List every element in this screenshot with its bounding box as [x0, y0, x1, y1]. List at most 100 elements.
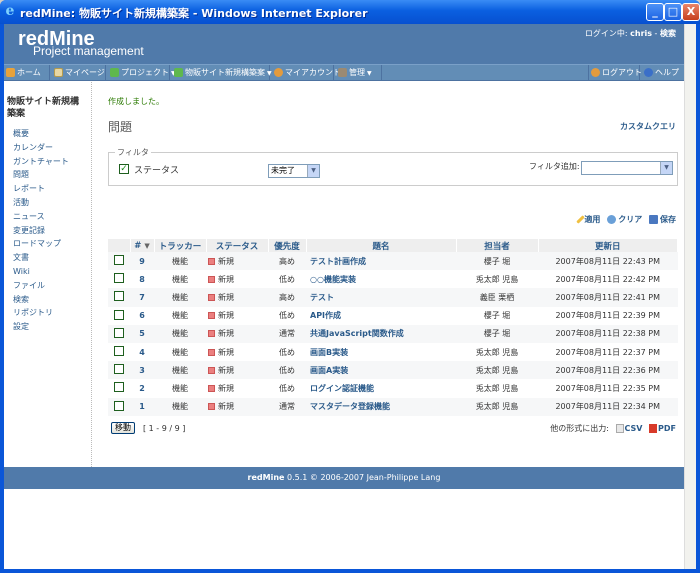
- status-new-icon: [208, 293, 215, 301]
- issue-updated: 2007年08月11日 22:42 PM: [538, 270, 678, 289]
- issue-id-link[interactable]: 6: [130, 306, 154, 325]
- issue-updated: 2007年08月11日 22:41 PM: [538, 288, 678, 307]
- menu-logout[interactable]: ログアウト: [588, 65, 642, 81]
- sidebar-item-issues[interactable]: 問題: [13, 168, 69, 182]
- issue-subject-link[interactable]: API作成: [306, 306, 456, 325]
- menu-current-project[interactable]: 物販サイト新規構築案 ▼: [172, 65, 272, 81]
- menu-home-label: ホーム: [17, 68, 41, 77]
- clear-link[interactable]: クリア: [618, 215, 642, 224]
- row-checkbox[interactable]: [108, 397, 130, 416]
- menu-projects-label: プロジェクト: [121, 68, 169, 77]
- chevron-down-icon: ▼: [660, 162, 672, 174]
- issue-id-link[interactable]: 3: [130, 361, 154, 380]
- issue-subject-link[interactable]: ○○機能実装: [306, 270, 456, 289]
- issue-id-link[interactable]: 9: [130, 252, 154, 271]
- sidebar-item-settings[interactable]: 設定: [13, 320, 69, 334]
- sidebar-item-gantt[interactable]: ガントチャート: [13, 155, 69, 169]
- footer-version: 0.5.1 © 2006-2007 Jean-Philippe Lang: [287, 473, 441, 482]
- header-subject[interactable]: 題名: [306, 239, 457, 252]
- issue-id-link[interactable]: 2: [130, 379, 154, 398]
- export-pdf-link[interactable]: PDF: [658, 424, 676, 433]
- header-priority[interactable]: 優先度: [268, 239, 307, 252]
- issue-subject-link[interactable]: 画面A実装: [306, 361, 456, 380]
- issue-subject-link[interactable]: ログイン認証機能: [306, 379, 456, 398]
- minimize-button[interactable]: _: [646, 3, 664, 21]
- menu-mypage[interactable]: マイページ: [52, 65, 106, 81]
- export-csv-link[interactable]: CSV: [625, 424, 643, 433]
- issue-subject-link[interactable]: マスタデータ登録機能: [306, 397, 456, 416]
- issue-subject-link[interactable]: テスト: [306, 288, 456, 307]
- row-checkbox[interactable]: [108, 324, 130, 343]
- status-operator-value: 未完了: [271, 166, 295, 175]
- menu-projects[interactable]: プロジェクト▼: [108, 65, 176, 81]
- issue-priority: 通常: [268, 324, 306, 343]
- issue-subject-link[interactable]: 共通JavaScript関数作成: [306, 324, 456, 343]
- sidebar-item-activity[interactable]: 活動: [13, 196, 69, 210]
- header-search-link[interactable]: 検索: [660, 29, 676, 38]
- sidebar-item-changelog[interactable]: 変更記録: [13, 224, 69, 238]
- issue-id-link[interactable]: 7: [130, 288, 154, 307]
- browser-window: e redMine: 物販サイト新規構築案 - Windows Internet…: [0, 0, 700, 573]
- header-id[interactable]: # ▼: [130, 239, 155, 252]
- current-user-link[interactable]: chris: [630, 29, 652, 38]
- sidebar-item-roadmap[interactable]: ロードマップ: [13, 237, 69, 251]
- row-checkbox[interactable]: [108, 361, 130, 380]
- issue-subject-link[interactable]: 画面B実装: [306, 342, 456, 362]
- issue-tracker: 機能: [154, 288, 206, 307]
- table-row: 3 機能 新規 低め 画面A実装 兎太郎 児島 2007年08月11日 22:3…: [108, 361, 678, 380]
- issue-tracker: 機能: [154, 397, 206, 416]
- header-assignee[interactable]: 担当者: [456, 239, 539, 252]
- window-frame-bottom: [0, 569, 700, 573]
- issue-id-link[interactable]: 5: [130, 324, 154, 343]
- issue-subject-link[interactable]: テスト計画作成: [306, 252, 456, 271]
- footer-brand-link[interactable]: redMine: [248, 473, 285, 482]
- menu-home[interactable]: ホーム: [4, 65, 50, 81]
- close-button[interactable]: X: [682, 3, 700, 21]
- save-link[interactable]: 保存: [660, 215, 676, 224]
- add-filter-select[interactable]: ▼: [581, 161, 673, 175]
- issue-priority: 低め: [268, 379, 306, 398]
- sidebar-item-calendar[interactable]: カレンダー: [13, 141, 69, 155]
- row-checkbox[interactable]: [108, 342, 130, 362]
- sidebar-item-overview[interactable]: 概要: [13, 127, 69, 141]
- sidebar-item-reports[interactable]: レポート: [13, 182, 69, 196]
- menu-help[interactable]: ヘルプ: [642, 65, 684, 81]
- row-checkbox[interactable]: [108, 252, 130, 271]
- status-operator-select[interactable]: 未完了 ▼: [268, 164, 320, 178]
- query-actions: 適用 クリア 保存: [575, 214, 676, 225]
- sidebar-item-search[interactable]: 検索: [13, 293, 69, 307]
- issue-updated: 2007年08月11日 22:34 PM: [538, 397, 678, 416]
- custom-query-link[interactable]: カスタムクエリ: [620, 121, 676, 132]
- sidebar-item-files[interactable]: ファイル: [13, 279, 69, 293]
- status-new-icon: [208, 330, 215, 338]
- row-checkbox[interactable]: [108, 306, 130, 325]
- header-status[interactable]: ステータス: [206, 239, 269, 252]
- issue-status: 新規: [206, 306, 268, 325]
- issue-id-link[interactable]: 8: [130, 270, 154, 289]
- row-checkbox[interactable]: [108, 270, 130, 289]
- status-filter-checkbox[interactable]: ✓: [119, 164, 129, 174]
- row-checkbox[interactable]: [108, 379, 130, 398]
- help-icon: [644, 68, 653, 77]
- row-checkbox[interactable]: [108, 288, 130, 307]
- menu-my-account[interactable]: マイアカウント: [272, 65, 341, 81]
- title-bar: e redMine: 物販サイト新規構築案 - Windows Internet…: [0, 0, 700, 24]
- header-updated[interactable]: 更新日: [538, 239, 678, 252]
- menu-admin[interactable]: 管理 ▼: [336, 65, 382, 81]
- sidebar-item-news[interactable]: ニュース: [13, 210, 69, 224]
- maximize-button[interactable]: □: [664, 3, 682, 21]
- apply-link[interactable]: 適用: [584, 215, 600, 224]
- header-tracker[interactable]: トラッカー: [154, 239, 207, 252]
- sidebar-item-documents[interactable]: 文書: [13, 251, 69, 265]
- vertical-scrollbar[interactable]: [684, 24, 696, 569]
- move-button[interactable]: 移動: [111, 422, 135, 434]
- sidebar-item-wiki[interactable]: Wiki: [13, 265, 69, 279]
- issue-status: 新規: [206, 342, 268, 362]
- issue-id-link[interactable]: 4: [130, 342, 154, 362]
- issue-status-label: 新規: [218, 347, 234, 357]
- issue-id-link[interactable]: 1: [130, 397, 154, 416]
- menu-logout-label: ログアウト: [602, 68, 642, 77]
- sidebar-item-repository[interactable]: リポジトリ: [13, 306, 69, 320]
- sidebar-project-title: 物販サイト新規構築案: [7, 97, 80, 119]
- sort-desc-icon: ▼: [144, 241, 150, 250]
